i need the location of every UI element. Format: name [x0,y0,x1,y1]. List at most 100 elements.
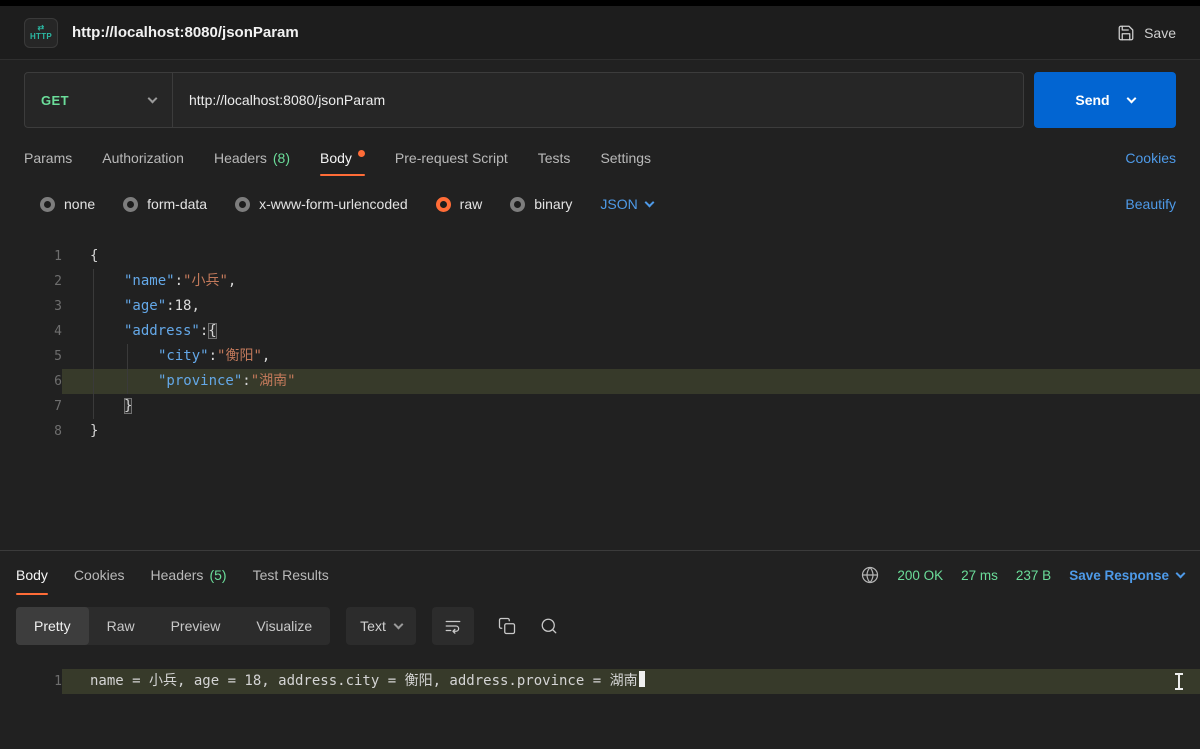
editor-line: 8 } [0,419,1200,444]
format-chevron-down-icon [644,197,655,207]
tab-body[interactable]: Body [320,136,365,180]
search-response-button[interactable] [540,607,558,645]
save-button-label: Save [1144,24,1176,41]
body-type-form-data[interactable]: form-data [123,196,207,212]
tab-body-label: Body [320,150,352,166]
response-time: 27 ms [961,567,998,583]
body-type-raw[interactable]: raw [435,196,483,212]
radio-unselected-icon [235,196,251,212]
body-modified-dot-icon [357,149,365,157]
tab-authorization[interactable]: Authorization [102,136,184,180]
response-format-value: Text [360,618,386,634]
tab-headers[interactable]: Headers (8) [214,136,290,180]
view-preview-button[interactable]: Preview [153,607,239,645]
request-body-editor[interactable]: 1 { 2 "name":"小兵", 3 "age":18, 4 "addres… [0,228,1200,550]
editor-line: 3 "age":18, [0,294,1200,319]
body-type-binary[interactable]: binary [510,196,572,212]
response-body-text: name = 小兵, age = 18, address.city = 衡阳, … [90,673,638,689]
response-tab-body-label: Body [16,567,48,583]
editor-line: 4 "address":{ [0,319,1200,344]
request-url-row: GET Send [0,60,1200,128]
response-tab-cookies[interactable]: Cookies [74,551,125,599]
tab-params[interactable]: Params [24,136,72,180]
tab-settings[interactable]: Settings [600,136,651,180]
request-header: ⇄ HTTP http://localhost:8080/jsonParam S… [0,6,1200,60]
wrap-lines-button[interactable] [431,607,474,645]
body-type-none[interactable]: none [40,196,95,212]
tab-settings-label: Settings [600,150,652,166]
search-icon [541,618,557,634]
send-button[interactable]: Send [1034,72,1176,128]
response-headers-count-badge: (5) [209,567,227,583]
tab-tests-label: Tests [537,150,571,166]
url-group: GET [24,72,1024,128]
line-number: 8 [54,424,62,439]
line-number: 1 [54,674,62,689]
matched-bracket: { [208,323,217,339]
body-type-urlencoded-label: x-www-form-urlencoded [259,196,408,212]
response-body-viewer[interactable]: 1 name = 小兵, age = 18, address.city = 衡阳… [0,653,1200,694]
response-meta: 200 OK 27 ms 237 B Save Response [861,566,1186,584]
line-number: 2 [54,274,62,289]
editor-line: 5 "city":"衡阳", [0,344,1200,369]
line-number: 6 [54,374,62,389]
radio-selected-icon [435,196,451,212]
app-window: ⇄ HTTP http://localhost:8080/jsonParam S… [0,0,1200,749]
request-header-left: ⇄ HTTP http://localhost:8080/jsonParam [24,17,299,48]
wrap-lines-icon [445,620,461,634]
body-type-options: none form-data x-www-form-urlencoded raw… [0,180,1200,228]
response-tab-body[interactable]: Body [16,551,48,599]
copy-response-button[interactable] [498,607,516,645]
response-tab-headers[interactable]: Headers (5) [151,551,227,599]
indent-guide [93,269,94,419]
response-tab-test-results-label: Test Results [252,567,329,583]
tab-pre-request-script-label: Pre-request Script [394,150,508,166]
response-view-group: Pretty Raw Preview Visualize [16,607,331,645]
line-number: 7 [54,399,62,414]
editor-line: 7 } [0,394,1200,419]
tab-tests[interactable]: Tests [538,136,571,180]
cookies-link[interactable]: Cookies [1125,150,1176,166]
tab-authorization-label: Authorization [102,150,184,166]
editor-line-current: 6 "province":"湖南" [0,369,1200,394]
save-icon [1118,25,1134,40]
save-response-button[interactable]: Save Response [1069,567,1186,583]
view-pretty-button[interactable]: Pretty [16,607,89,645]
body-type-x-www-form-urlencoded[interactable]: x-www-form-urlencoded [235,196,408,212]
view-raw-button[interactable]: Raw [89,607,153,645]
request-tabs: Params Authorization Headers (8) Body Pr… [0,136,1200,180]
save-button[interactable]: Save [1117,24,1176,42]
http-request-icon: ⇄ HTTP [24,17,58,48]
response-tab-cookies-label: Cookies [73,567,125,583]
network-globe-icon[interactable] [861,566,879,584]
http-badge-label: HTTP [29,32,53,41]
copy-icon [498,617,515,635]
raw-format-value: JSON [600,196,638,212]
response-format-select[interactable]: Text [346,607,416,645]
response-line-current: 1 name = 小兵, age = 18, address.city = 衡阳… [0,669,1200,694]
line-number: 1 [54,249,62,264]
line-number: 3 [54,299,62,314]
beautify-link[interactable]: Beautify [1125,196,1176,212]
response-size: 237 B [1015,567,1052,583]
method-select[interactable]: GET [25,73,173,127]
response-toolbar: Pretty Raw Preview Visualize Text [0,599,1200,653]
response-format-chevron-icon [393,619,404,629]
body-type-raw-label: raw [459,196,483,212]
url-input[interactable] [173,73,1023,127]
radio-unselected-icon [510,196,526,212]
http-arrows-icon: ⇄ [37,23,45,32]
indent-guide [127,344,128,394]
headers-count-badge: (8) [272,150,290,166]
view-visualize-button[interactable]: Visualize [238,607,330,645]
method-select-value: GET [41,92,69,108]
raw-format-select[interactable]: JSON [600,196,655,212]
request-title: http://localhost:8080/jsonParam [72,24,299,41]
tab-pre-request-script[interactable]: Pre-request Script [395,136,508,180]
status-badge: 200 OK [897,567,944,583]
save-response-label: Save Response [1069,567,1169,583]
mouse-text-cursor-icon [1175,673,1183,690]
response-tab-headers-label: Headers [150,567,204,583]
response-tab-test-results[interactable]: Test Results [253,551,329,599]
editor-line: 2 "name":"小兵", [0,269,1200,294]
